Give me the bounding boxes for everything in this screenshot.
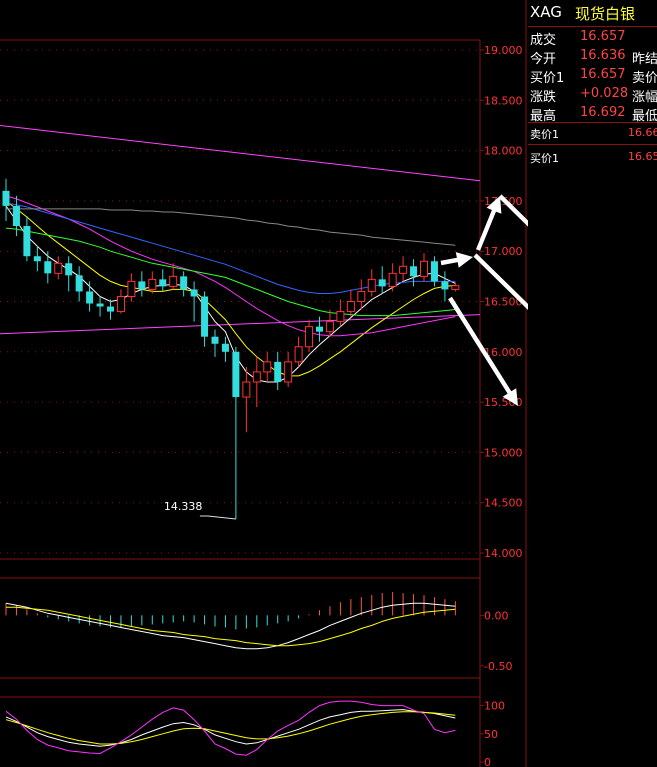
candle-body [388, 272, 397, 287]
candle-body [451, 285, 460, 290]
candle-body [107, 306, 114, 312]
candle-body [274, 361, 282, 382]
quote-value: 16.657 [580, 29, 626, 44]
candle-body [12, 205, 20, 227]
kdj-line [5, 700, 456, 756]
kdj-tick-label: 50 [484, 728, 498, 741]
candle-body [148, 278, 157, 290]
candle-body [305, 326, 314, 348]
candle-body [127, 280, 136, 297]
macd-dea-line [6, 606, 456, 647]
quote-value: 16.657 [580, 67, 626, 82]
candle-body [65, 263, 73, 276]
ma-line [5, 205, 456, 383]
candle-body [420, 260, 428, 277]
candle-body [378, 279, 386, 287]
candle-body [138, 281, 146, 290]
chart-canvas: 19.00018.50018.00017.50017.00016.50016.0… [0, 0, 528, 767]
bid-label: 买价1 [530, 152, 559, 165]
long-ma-line [0, 124, 481, 182]
price-tick-label: 18.500 [484, 94, 523, 107]
candle-body [190, 289, 198, 297]
scenario-arrow [440, 252, 473, 268]
macd-tick-label: -0.50 [484, 660, 512, 673]
symbol-name: 现货白银 [575, 5, 636, 23]
symbol-code: XAG [530, 3, 562, 21]
candle-body [116, 295, 125, 313]
candle-body [357, 290, 366, 303]
candle-body [180, 276, 188, 290]
quote-title: XAG 现货白银 [528, 0, 657, 27]
ask-row: 卖价1 16.66 [528, 123, 657, 141]
candle-body [75, 275, 83, 292]
candle-body [96, 303, 104, 307]
quote-panel: XAG 现货白银 成交 16.657 今开 16.636 昨结 买价1 16.6… [528, 0, 657, 767]
candle-body [367, 278, 376, 292]
low-annotation-label: 14.338 [164, 500, 203, 513]
candle-body [33, 256, 41, 262]
kdj-line [5, 711, 456, 745]
divider [528, 144, 657, 145]
price-tick-label: 19.000 [484, 44, 523, 57]
ask-value: 16.66 [628, 126, 657, 139]
price-tick-label: 18.000 [484, 145, 523, 158]
candle-body [23, 226, 31, 257]
candle-body [252, 371, 261, 383]
candle-body [294, 346, 303, 363]
candle-body [441, 281, 449, 290]
quote-value: +0.028 [580, 86, 629, 101]
quote-value: 16.636 [580, 48, 626, 63]
kdj-tick-label: 0 [484, 756, 491, 767]
quote-row-open: 今开 16.636 昨结 [528, 46, 657, 67]
candle-body [201, 296, 209, 337]
low-annotation-leader [199, 515, 236, 520]
ask-label: 卖价1 [530, 128, 559, 141]
candle-body [211, 336, 219, 344]
price-tick-label: 17.000 [484, 245, 523, 258]
ma-line [5, 227, 456, 317]
price-tick-label: 14.500 [484, 497, 523, 510]
price-tick-label: 14.000 [484, 547, 523, 560]
ma-line [5, 200, 456, 377]
candle-body [169, 275, 178, 287]
candle-body [346, 301, 355, 313]
candle-body [159, 279, 167, 287]
candle-body [316, 326, 323, 332]
quote-row-high: 最高 16.692 最低 [528, 103, 657, 124]
bid-value: 16.65 [628, 150, 657, 163]
quote-value: 16.692 [580, 105, 626, 120]
macd-dif-line [5, 602, 456, 650]
bid-row: 买价1 16.65 [528, 147, 657, 165]
long-ma-line [0, 314, 481, 335]
quote-row-last: 成交 16.657 [528, 27, 657, 48]
candle-body [232, 351, 240, 398]
candle-body [399, 265, 408, 274]
candle-body [2, 190, 10, 206]
candle-body [336, 311, 345, 323]
candle-body [44, 261, 52, 274]
kdj-tick-label: 100 [484, 700, 505, 713]
kdj-line [5, 709, 456, 747]
candle-body [430, 261, 438, 282]
macd-tick-label: 0.00 [484, 609, 509, 622]
price-tick-label: 15.000 [484, 446, 523, 459]
candle-body [54, 262, 63, 274]
candle-body [221, 343, 229, 352]
candle-body [325, 321, 334, 333]
candle-body [410, 266, 418, 277]
candle-body [284, 361, 293, 383]
candle-body [86, 291, 94, 304]
candle-body [242, 381, 251, 398]
quote-row-change: 涨跌 +0.028 涨幅 [528, 84, 657, 105]
candle-body [263, 361, 272, 373]
quote-row-bid: 买价1 16.657 卖价 [528, 65, 657, 86]
price-tick-label: 16.000 [484, 346, 523, 359]
